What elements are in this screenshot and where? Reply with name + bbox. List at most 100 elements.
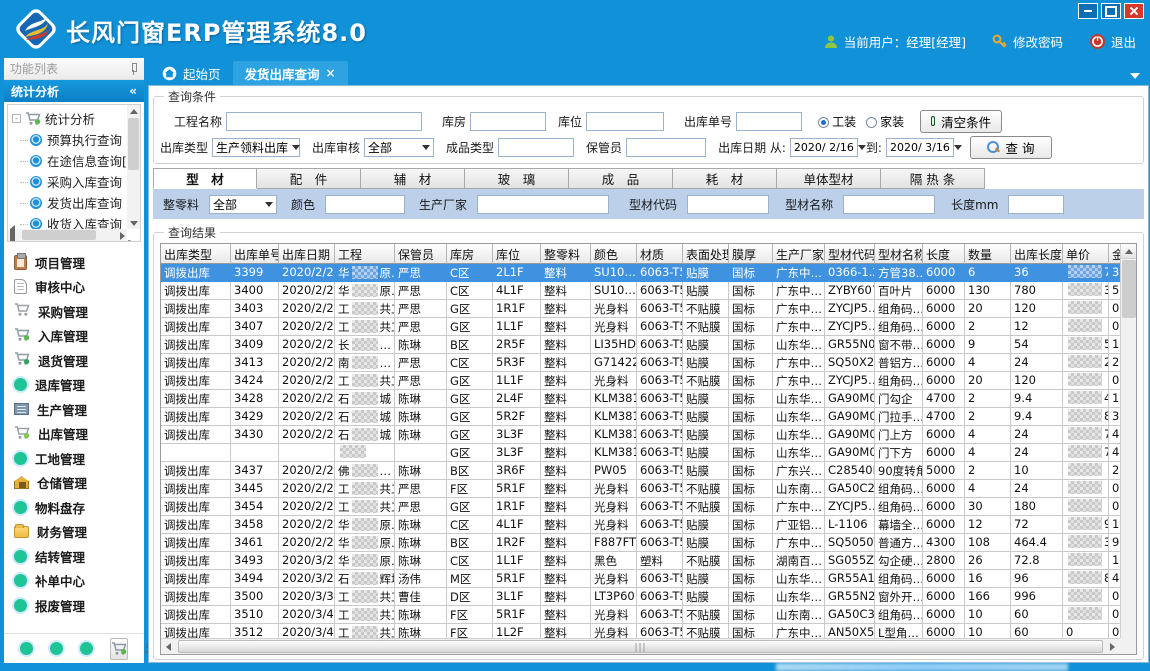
material-tab-6[interactable]: 耗 材 xyxy=(673,168,777,189)
table-row[interactable]: 调拨出库34032020/2/25工共工程严思G区1R1F整料光身料6063-T… xyxy=(161,300,1120,318)
table-row[interactable]: 调拨出库34132020/2/26南…严思C区5R3F整料G714226063-… xyxy=(161,354,1120,372)
tree-root-statistics[interactable]: - 统计分析 xyxy=(12,108,140,129)
tree-item[interactable]: 采购入库查询 xyxy=(12,171,140,192)
warehouse-input[interactable] xyxy=(470,112,546,131)
column-header[interactable]: 表面处理 xyxy=(683,244,729,264)
table-row[interactable]: 调拨出库34942020/3/2石辉城汤伟M区5R1F整料光身料6063-T5贴… xyxy=(161,570,1120,588)
column-header[interactable]: 出库类型 xyxy=(161,244,231,264)
tree-item[interactable]: 预算执行查询 xyxy=(12,129,140,150)
column-header[interactable]: 整零料 xyxy=(541,244,591,264)
horizontal-scrollbar[interactable]: ||| xyxy=(161,638,1120,654)
length-input[interactable] xyxy=(1008,195,1064,214)
table-row[interactable]: 调拨出库34282020/2/26石城陈琳G区2L4F整料KLM38176063… xyxy=(161,390,1120,408)
column-header[interactable]: 金额 xyxy=(1109,244,1120,264)
sidebar-item-出库管理[interactable]: 出库管理 xyxy=(14,422,144,447)
column-header[interactable]: 保管员 xyxy=(395,244,447,264)
table-row[interactable]: 调拨出库35102020/3/4工共工程陈琳F区5R1F整料光身料6063-T5… xyxy=(161,606,1120,624)
sidebar-item-生产管理[interactable]: 生产管理 xyxy=(14,397,144,422)
whole-part-select[interactable]: 全部 xyxy=(209,195,277,214)
minimize-button[interactable] xyxy=(1078,3,1098,19)
material-tab-1[interactable]: 型 材 xyxy=(153,168,257,189)
sidebar-item-采购管理[interactable]: 采购管理 xyxy=(14,299,144,324)
column-header[interactable]: 长度 xyxy=(923,244,965,264)
tree-item[interactable]: 在途信息查询[待 xyxy=(12,150,140,171)
column-header[interactable]: 出库长度 xyxy=(1011,244,1063,264)
sidebar-item-入库管理[interactable]: 入库管理 xyxy=(14,324,144,349)
keeper-input[interactable] xyxy=(626,138,706,157)
table-row[interactable]: 调拨出库34612020/2/28华原…陈琳B区1R2F整料F887FT6063… xyxy=(161,534,1120,552)
column-header[interactable]: 单价 xyxy=(1063,244,1109,264)
material-tab-5[interactable]: 成 品 xyxy=(569,168,673,189)
product-type-input[interactable] xyxy=(498,138,574,157)
column-header[interactable]: 膜厚 xyxy=(729,244,773,264)
table-row[interactable]: 调拨出库34092020/2/25长…陈琳B区2R5F整料LI35HD6063-… xyxy=(161,336,1120,354)
sidebar-item-物料盘存[interactable]: 物料盘存 xyxy=(14,495,144,520)
table-row[interactable]: 调拨出库34542020/2/28工共工程严思G区1R1F整料光身料6063-T… xyxy=(161,498,1120,516)
table-row[interactable]: 调拨出库34292020/2/26石城陈琳G区5R2F整料KLM38176063… xyxy=(161,408,1120,426)
material-tab-7[interactable]: 单体型材 xyxy=(777,168,881,189)
sidebar-item-结转管理[interactable]: 结转管理 xyxy=(14,544,144,569)
sidebar-item-退货管理[interactable]: 退货管理 xyxy=(14,348,144,373)
sidebar-item-工地管理[interactable]: 工地管理 xyxy=(14,446,144,471)
column-header[interactable]: 出库单号 xyxy=(231,244,279,264)
manufacturer-input[interactable] xyxy=(477,195,609,214)
column-header[interactable]: 型材名称 xyxy=(875,244,923,264)
table-row[interactable]: 调拨出库34302020/2/26石城陈琳G区3L3F整料KLM38176063… xyxy=(161,426,1120,444)
table-row[interactable]: 调拨出库34072020/2/25工共工程严思G区1L1F整料光身料6063-T… xyxy=(161,318,1120,336)
table-row[interactable]: 调拨出库34242020/2/26工共工程严思G区1L1F整料光身料6063-T… xyxy=(161,372,1120,390)
column-header[interactable]: 库位 xyxy=(493,244,541,264)
column-header[interactable]: 数量 xyxy=(965,244,1011,264)
column-header[interactable]: 出库日期 xyxy=(279,244,335,264)
sidebar-group-header[interactable]: 统计分析 « xyxy=(4,80,144,102)
logout-button[interactable]: 退出 xyxy=(1089,32,1136,51)
table-row[interactable]: 调拨出库35122020/3/4工共工程陈琳F区1L2F整料光身料6063-T5… xyxy=(161,624,1120,638)
table-row[interactable]: 调拨出库34002020/2/25华原…严思C区4L1F整料SU10…6063-… xyxy=(161,282,1120,300)
column-header[interactable]: 工程 xyxy=(335,244,395,264)
material-tab-3[interactable]: 辅 材 xyxy=(361,168,465,189)
close-button[interactable] xyxy=(1124,3,1144,19)
sidebar-item-退库管理[interactable]: 退库管理 xyxy=(14,373,144,398)
tab-shipping-outbound-query[interactable]: 发货出库查询 × xyxy=(233,61,348,85)
search-button[interactable]: 查 询 xyxy=(970,136,1052,159)
pin-icon[interactable] xyxy=(129,63,138,75)
radio-home[interactable]: 家装 xyxy=(866,113,904,130)
sidebar-item-报废管理[interactable]: 报废管理 xyxy=(14,593,144,618)
dot-icon[interactable] xyxy=(80,642,93,655)
tab-close-icon[interactable]: × xyxy=(326,66,336,80)
column-header[interactable]: 库房 xyxy=(447,244,493,264)
table-row[interactable]: 调拨出库33992020/2/25华原…严思C区2L1F整料SU10…6063-… xyxy=(161,264,1120,282)
profile-name-input[interactable] xyxy=(843,195,935,214)
color-input[interactable] xyxy=(325,195,405,214)
material-tab-4[interactable]: 玻 璃 xyxy=(465,168,569,189)
sidebar-item-补单中心[interactable]: 补单中心 xyxy=(14,569,144,594)
sidebar-item-财务管理[interactable]: 财务管理 xyxy=(14,520,144,545)
column-header[interactable]: 型材代码 xyxy=(825,244,875,264)
material-tab-8[interactable]: 隔 热 条 xyxy=(881,168,985,189)
table-row[interactable]: 调拨出库35002020/3/3工共工程曹佳D区3L1F整料LT3P606063… xyxy=(161,588,1120,606)
tree-item[interactable]: 发货出库查询 xyxy=(12,192,140,213)
out-type-select[interactable]: 生产领料出库 xyxy=(212,138,300,157)
tab-overflow-icon[interactable] xyxy=(1130,73,1140,79)
tree-expander-icon[interactable]: - xyxy=(12,114,21,123)
vertical-scrollbar[interactable] xyxy=(1120,244,1136,638)
table-row[interactable]: 调拨出库34932020/3/2华原…陈琳C区1L1F整料黑色塑料不贴膜国标湖南… xyxy=(161,552,1120,570)
table-row[interactable]: 调拨出库34372020/2/27佛…陈琳B区3R6F整料PW056063-T5… xyxy=(161,462,1120,480)
column-header[interactable]: 材质 xyxy=(637,244,683,264)
order-no-input[interactable] xyxy=(736,112,802,131)
tree-horizontal-scrollbar[interactable] xyxy=(8,229,127,241)
material-tab-2[interactable]: 配 件 xyxy=(257,168,361,189)
tree-vertical-scrollbar[interactable] xyxy=(127,105,140,229)
cart-overflow-button[interactable] xyxy=(110,638,128,660)
location-input[interactable] xyxy=(586,112,664,131)
tab-home[interactable]: 起始页 xyxy=(150,61,233,85)
change-password-link[interactable]: 修改密码 xyxy=(992,32,1063,51)
date-to-picker[interactable]: 2020/ 3/16 xyxy=(886,138,954,157)
dot-icon[interactable] xyxy=(20,642,33,655)
project-name-input[interactable] xyxy=(226,112,422,131)
table-row[interactable]: 调拨出库34582020/2/28华原…陈琳C区4L1F整料光身料6063-T5… xyxy=(161,516,1120,534)
dot-icon[interactable] xyxy=(50,642,63,655)
radio-work[interactable]: 工装 xyxy=(818,113,856,130)
collapse-icon[interactable]: « xyxy=(129,84,137,98)
clear-conditions-button[interactable]: 清空条件 xyxy=(920,110,1002,133)
profile-code-input[interactable] xyxy=(687,195,769,214)
